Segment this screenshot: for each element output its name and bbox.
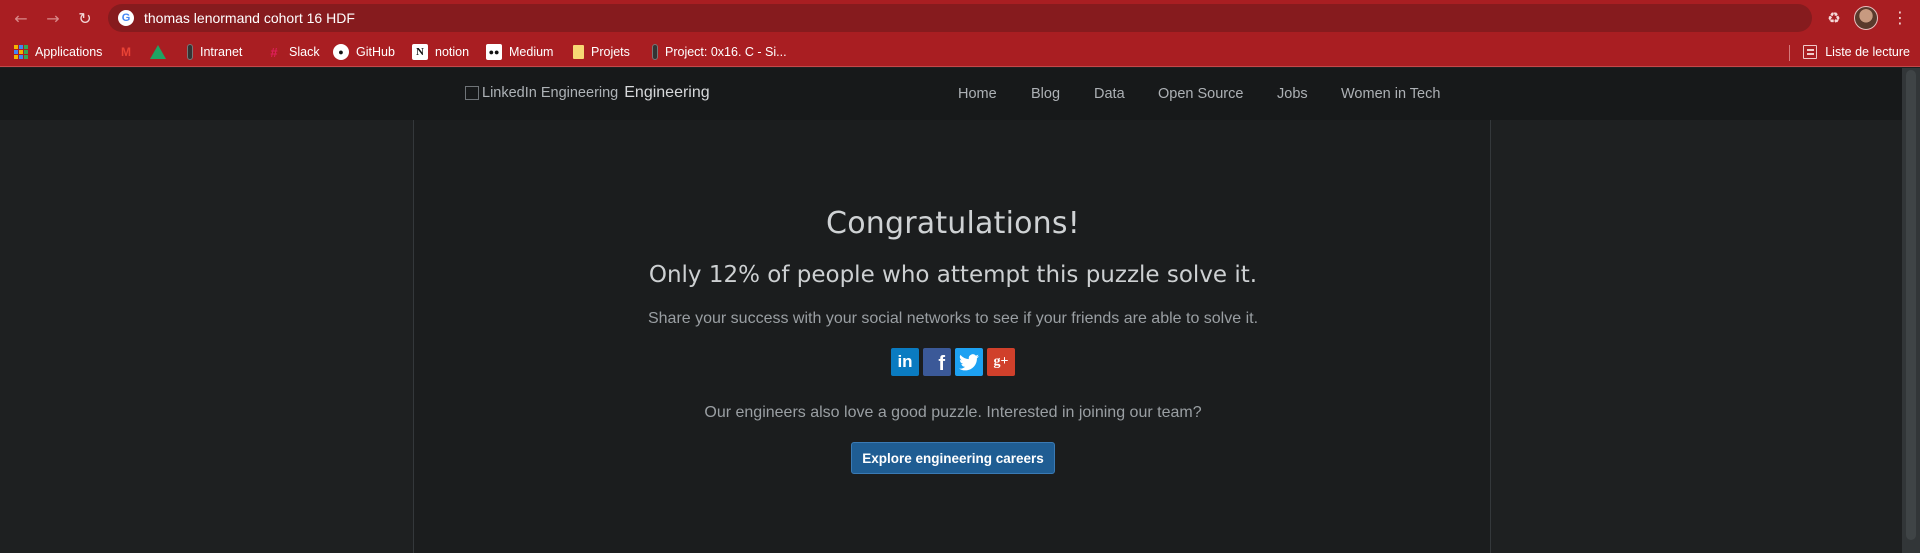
arrow-left-icon: ←	[14, 8, 28, 28]
site-logo[interactable]: LinkedIn Engineering Engineering	[465, 84, 710, 102]
nav-blog[interactable]: Blog	[1031, 86, 1060, 102]
bookmark-label: notion	[435, 45, 470, 59]
bookmark-label: Applications	[35, 45, 103, 59]
nav-open-source[interactable]: Open Source	[1158, 86, 1243, 102]
arrow-right-icon: →	[46, 8, 60, 28]
github-icon: ●	[333, 44, 349, 60]
nav-jobs[interactable]: Jobs	[1277, 86, 1308, 102]
bookmark-intranet[interactable]: Intranet	[187, 42, 242, 62]
twitter-bird-glyph	[959, 353, 979, 370]
google-plus-icon[interactable]: g+	[987, 348, 1015, 376]
bookmark-notion[interactable]: N notion	[412, 42, 469, 62]
reload-icon: ↻	[78, 8, 92, 28]
bookmark-slack[interactable]: # Slack	[266, 42, 320, 62]
page-viewport: LinkedIn Engineering Engineering Home Bl…	[0, 68, 1920, 553]
browser-menu-icon[interactable]: ⋮	[1890, 6, 1910, 30]
bookmark-label: Medium	[509, 45, 554, 59]
bookmark-label: Intranet	[200, 45, 243, 59]
bookmark-favicon-icon	[187, 44, 193, 60]
facebook-icon[interactable]: f	[923, 348, 951, 376]
medium-icon: ●●	[486, 44, 502, 60]
notion-icon: N	[412, 44, 428, 60]
apps-grid-icon	[14, 45, 28, 59]
address-bar-text[interactable]: thomas lenormand cohort 16 HDF	[144, 10, 355, 26]
bookmark-gmail[interactable]: M	[118, 42, 141, 62]
social-share-buttons: in f g+	[414, 348, 1492, 376]
explore-careers-button[interactable]: Explore engineering careers	[851, 442, 1055, 474]
site-header: LinkedIn Engineering Engineering Home Bl…	[0, 68, 1902, 120]
twitter-icon[interactable]	[955, 348, 983, 376]
bookmark-label: Slack	[289, 45, 320, 59]
engineers-text: Our engineers also love a good puzzle. I…	[704, 404, 1202, 421]
extensions-puzzle-icon[interactable]: ♻	[1824, 8, 1844, 28]
profile-avatar[interactable]	[1854, 6, 1878, 30]
logo-suffix: Engineering	[624, 84, 710, 101]
drive-icon	[150, 45, 166, 59]
google-g-icon: G	[118, 10, 134, 26]
page-title: Congratulations!	[826, 206, 1080, 241]
reading-list-icon	[1803, 45, 1818, 59]
bookmark-medium[interactable]: ●● Medium	[486, 42, 553, 62]
bookmark-applications[interactable]: Applications	[14, 42, 102, 62]
bookmark-github[interactable]: ● GitHub	[333, 42, 395, 62]
address-bar[interactable]: G thomas lenormand cohort 16 HDF	[108, 4, 1812, 32]
content-panel: Congratulations! Only 12% of people who …	[413, 120, 1491, 553]
nav-women-in-tech[interactable]: Women in Tech	[1341, 86, 1440, 102]
linkedin-icon[interactable]: in	[891, 348, 919, 376]
bookmark-label: Projets	[591, 45, 630, 59]
bookmark-label: GitHub	[356, 45, 395, 59]
bookmark-drive[interactable]	[150, 42, 173, 62]
bookmarks-divider	[1789, 45, 1790, 61]
reload-button[interactable]: ↻	[72, 5, 98, 31]
scrollbar-thumb[interactable]	[1906, 70, 1916, 540]
bookmark-favicon-icon	[652, 44, 658, 60]
bookmark-projets[interactable]: Projets	[573, 42, 630, 62]
gmail-icon: M	[121, 45, 131, 59]
page-subtitle: Only 12% of people who attempt this puzz…	[648, 262, 1258, 288]
browser-toolbar: ← → ↻ G thomas lenormand cohort 16 HDF ♻…	[0, 0, 1920, 36]
forward-button[interactable]: →	[40, 5, 66, 31]
nav-home[interactable]: Home	[958, 86, 997, 102]
reading-list-button[interactable]: Liste de lecture	[1803, 42, 1910, 62]
slack-icon: #	[270, 44, 278, 60]
broken-image-icon	[465, 86, 479, 100]
bookmarks-bar: Applications M Intranet # Slack ● GitHub…	[0, 36, 1920, 67]
folder-icon	[573, 45, 584, 59]
nav-data[interactable]: Data	[1094, 86, 1125, 102]
page-scrollbar[interactable]	[1902, 68, 1920, 553]
bookmark-label: Project: 0x16. C - Si...	[665, 45, 787, 59]
bookmark-project[interactable]: Project: 0x16. C - Si...	[652, 42, 787, 62]
logo-alt-text: LinkedIn Engineering	[482, 85, 619, 101]
share-text: Share your success with your social netw…	[647, 310, 1259, 327]
back-button[interactable]: ←	[8, 5, 34, 31]
reading-list-label: Liste de lecture	[1825, 45, 1910, 59]
